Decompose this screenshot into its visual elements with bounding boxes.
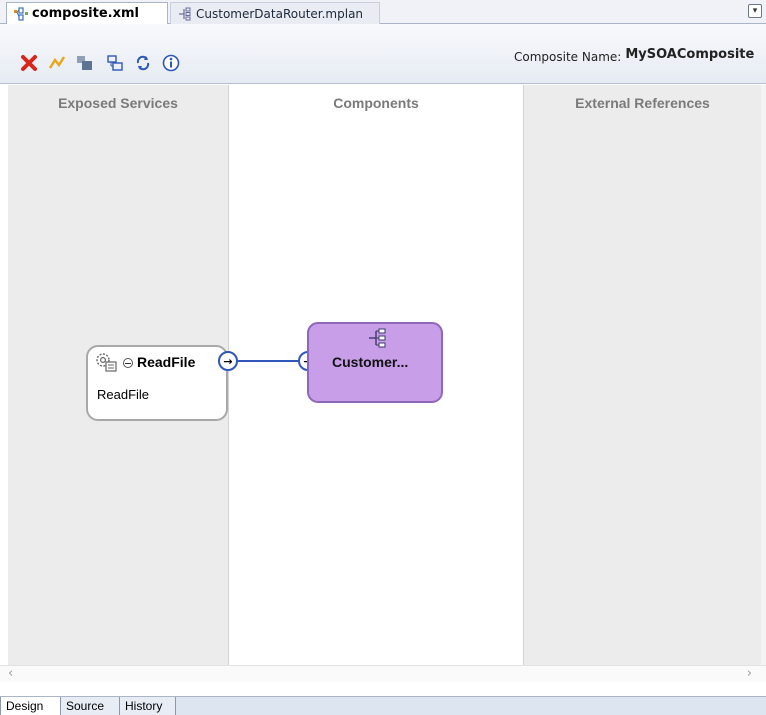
wire-icon[interactable] [46, 52, 68, 74]
lane-title: Exposed Services [58, 95, 178, 111]
lane-title: External References [575, 95, 710, 111]
composite-icon [13, 6, 29, 21]
canvas-footer-gap [0, 682, 766, 696]
tab-customerdatarouter[interactable]: CustomerDataRouter.mplan [170, 2, 380, 24]
tab-label: CustomerDataRouter.mplan [196, 6, 364, 21]
component-icon[interactable] [74, 52, 96, 74]
lane-title: Components [333, 95, 419, 111]
layout-icon[interactable] [104, 52, 126, 74]
delete-icon[interactable] [18, 52, 40, 74]
arrow-right-icon: → [223, 354, 233, 368]
lane-external-references[interactable]: External References [523, 85, 761, 682]
tab-history[interactable]: History [120, 697, 176, 715]
tab-label: composite.xml [32, 6, 139, 21]
composite-canvas[interactable]: Exposed Services Components External Ref… [0, 85, 766, 682]
refresh-icon[interactable] [132, 52, 154, 74]
vertical-scrollbar[interactable] [761, 85, 766, 682]
composite-toolbar: Composite Name: MySOAComposite [0, 24, 766, 84]
mediator-icon [368, 327, 388, 349]
component-title: Customer... [332, 354, 409, 370]
service-reference-port[interactable]: → [218, 351, 238, 371]
tab-list-dropdown-icon[interactable]: ▾ [748, 4, 762, 18]
service-title: ReadFile [137, 354, 196, 370]
composite-name: Composite Name: MySOAComposite [514, 47, 755, 65]
scroll-right-icon[interactable]: › [747, 666, 752, 681]
composite-name-value: MySOAComposite [625, 47, 755, 62]
gear-icon [94, 351, 118, 373]
info-icon[interactable] [160, 52, 182, 74]
horizontal-scrollbar[interactable]: ‹ › [0, 665, 766, 682]
mediator-component[interactable]: Customer... [307, 322, 443, 403]
editor-tab-strip: composite.xml CustomerDataRouter.mplan ▾ [0, 0, 766, 24]
service-readfile[interactable]: ReadFile ReadFile [86, 345, 228, 421]
editor-view-tabs: Design Source History [0, 696, 766, 715]
scroll-left-icon[interactable]: ‹ [8, 666, 13, 681]
tab-label: History [125, 699, 163, 713]
wire-connector[interactable] [238, 360, 298, 362]
composite-name-label: Composite Name: [514, 50, 622, 64]
tab-source[interactable]: Source [61, 697, 120, 715]
tab-composite-xml[interactable]: composite.xml [6, 2, 168, 24]
tab-design[interactable]: Design [0, 697, 61, 715]
mediator-icon [177, 7, 193, 21]
tab-label: Design [6, 699, 44, 713]
tab-label: Source [66, 699, 105, 713]
service-subtitle: ReadFile [97, 387, 150, 402]
collapse-icon[interactable] [123, 358, 133, 368]
